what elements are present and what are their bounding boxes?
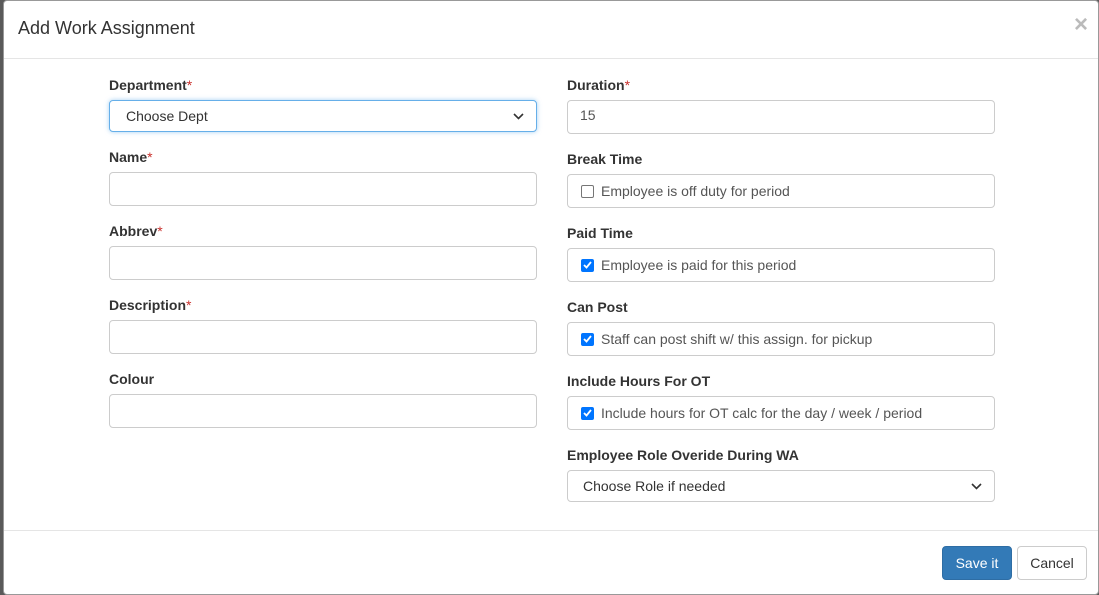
description-group: Description* <box>109 295 537 354</box>
include-ot-text: Include hours for OT calc for the day / … <box>601 405 923 421</box>
chevron-down-icon <box>513 109 524 123</box>
can-post-text: Staff can post shift w/ this assign. for… <box>601 331 873 347</box>
can-post-label: Can Post <box>567 299 628 315</box>
paid-time-group: Paid Time Employee is paid for this peri… <box>567 223 995 282</box>
break-time-field: Employee is off duty for period <box>567 174 995 208</box>
description-input[interactable] <box>109 320 537 354</box>
department-label: Department* <box>109 77 193 93</box>
department-select[interactable]: Choose Dept <box>109 100 537 132</box>
include-ot-label: Include Hours For OT <box>567 373 711 389</box>
abbrev-input[interactable] <box>109 246 537 280</box>
modal-title: Add Work Assignment <box>18 18 195 38</box>
modal-footer: Save it Cancel <box>4 531 1098 594</box>
paid-time-field: Employee is paid for this period <box>567 248 995 282</box>
chevron-down-icon <box>971 479 982 493</box>
role-override-group: Employee Role Overide During WA Choose R… <box>567 445 995 502</box>
break-time-checkbox[interactable] <box>581 184 594 198</box>
description-label: Description* <box>109 297 192 313</box>
duration-group: Duration* 15 <box>567 75 995 134</box>
abbrev-group: Abbrev* <box>109 221 537 280</box>
name-label: Name* <box>109 149 153 165</box>
can-post-group: Can Post Staff can post shift w/ this as… <box>567 297 995 356</box>
include-ot-checkbox[interactable] <box>581 406 594 420</box>
name-input[interactable] <box>109 172 537 206</box>
close-icon[interactable]: × <box>1074 13 1088 37</box>
abbrev-label: Abbrev* <box>109 223 163 239</box>
colour-label: Colour <box>109 371 155 387</box>
break-time-label: Break Time <box>567 151 643 167</box>
name-group: Name* <box>109 147 537 206</box>
paid-time-text: Employee is paid for this period <box>601 257 797 273</box>
role-override-select[interactable]: Choose Role if needed <box>567 470 995 502</box>
department-group: Department* Choose Dept <box>109 75 537 132</box>
include-ot-field: Include hours for OT calc for the day / … <box>567 396 995 430</box>
include-ot-group: Include Hours For OT Include hours for O… <box>567 371 995 430</box>
duration-input[interactable]: 15 <box>567 100 995 134</box>
modal-header: Add Work Assignment × <box>4 1 1098 59</box>
colour-input[interactable] <box>109 394 537 428</box>
can-post-field: Staff can post shift w/ this assign. for… <box>567 322 995 356</box>
paid-time-checkbox[interactable] <box>581 258 594 272</box>
add-work-assignment-modal: Add Work Assignment × Department* Choose… <box>3 0 1099 595</box>
duration-label: Duration* <box>567 77 631 93</box>
modal-body: Department* Choose Dept Name* Abbrev* De… <box>4 59 1098 531</box>
department-select-value: Choose Dept <box>126 108 208 124</box>
cancel-button[interactable]: Cancel <box>1017 546 1087 580</box>
break-time-group: Break Time Employee is off duty for peri… <box>567 149 995 208</box>
role-override-label: Employee Role Overide During WA <box>567 447 799 463</box>
role-override-select-value: Choose Role if needed <box>583 478 726 494</box>
break-time-text: Employee is off duty for period <box>601 183 790 199</box>
paid-time-label: Paid Time <box>567 225 633 241</box>
save-button[interactable]: Save it <box>942 546 1012 580</box>
can-post-checkbox[interactable] <box>581 332 594 346</box>
colour-group: Colour <box>109 369 537 428</box>
